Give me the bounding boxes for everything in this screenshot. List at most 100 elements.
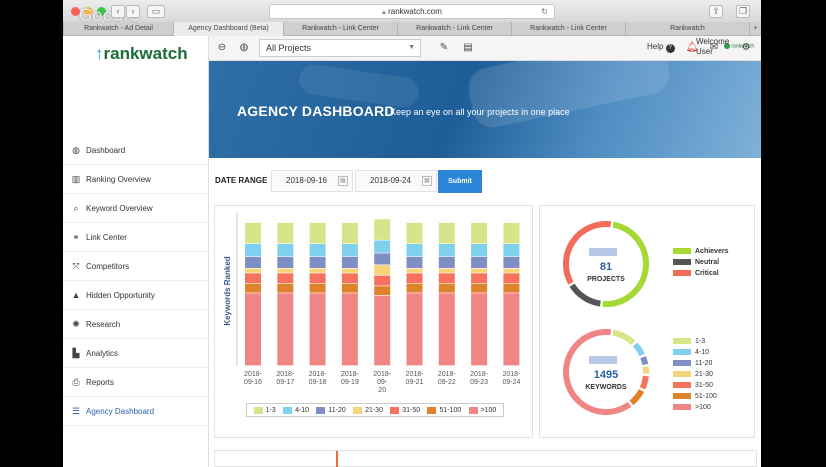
- bar-segment-51100[interactable]: [471, 283, 488, 293]
- bar-segment-2130[interactable]: [374, 265, 391, 276]
- bar-segment-3150[interactable]: [503, 273, 520, 284]
- bar-segment-100[interactable]: [245, 293, 261, 366]
- bar-segment-2130[interactable]: [406, 268, 423, 273]
- gear-icon[interactable]: ⚙: [739, 41, 753, 55]
- legend-item[interactable]: 1-3: [253, 406, 276, 414]
- bar-segment-100[interactable]: [309, 293, 326, 366]
- bar-segment-1120[interactable]: [277, 256, 294, 269]
- globe-icon[interactable]: ◍: [237, 41, 251, 55]
- bar-segment-2130[interactable]: [503, 268, 520, 273]
- bar-segment-1120[interactable]: [406, 256, 423, 269]
- back-button[interactable]: ‹: [111, 5, 125, 18]
- new-tab-button[interactable]: +: [749, 22, 761, 36]
- bar-segment-100[interactable]: [503, 293, 520, 366]
- edit-icon[interactable]: ✎: [437, 41, 451, 55]
- bar-segment-13[interactable]: [309, 222, 326, 244]
- bar-segment-410[interactable]: [406, 243, 423, 257]
- sidebar-item-hidden-opportunity[interactable]: ▲ Hidden Opportunity: [63, 281, 209, 310]
- tab-item[interactable]: Rankwatch: [625, 22, 749, 36]
- legend-item[interactable]: 31-50: [390, 406, 420, 414]
- legend-item[interactable]: 31-50: [673, 380, 717, 390]
- sidebar-item-reports[interactable]: ⎙ Reports: [63, 368, 209, 397]
- bar-segment-1120[interactable]: [374, 253, 391, 265]
- bar-segment-2130[interactable]: [471, 268, 488, 273]
- bar-segment-410[interactable]: [245, 243, 261, 257]
- calendar-icon[interactable]: ▦: [338, 176, 348, 186]
- bar-segment-1120[interactable]: [341, 256, 358, 269]
- bar-segment-410[interactable]: [503, 243, 520, 257]
- bar-segment-51100[interactable]: [245, 283, 261, 293]
- tab-item-active[interactable]: Agency Dashboard (Beta): [173, 22, 283, 36]
- forward-button[interactable]: ›: [126, 5, 140, 18]
- tab-item[interactable]: Rankwatch - Link Center: [283, 22, 397, 36]
- date-from-input[interactable]: 2018-09-16 ▦: [271, 170, 353, 192]
- bar-segment-3150[interactable]: [374, 275, 391, 286]
- bar-segment-2130[interactable]: [309, 268, 326, 273]
- legend-item[interactable]: 4-10: [283, 406, 309, 414]
- sidebar-item-research[interactable]: ✺ Research: [63, 310, 209, 339]
- bar-segment-51100[interactable]: [406, 283, 423, 293]
- tabs-overview-icon[interactable]: ❐: [736, 5, 750, 18]
- project-select[interactable]: All Projects ▼: [259, 39, 421, 57]
- bar-segment-3150[interactable]: [309, 273, 326, 284]
- donut-segment-3150[interactable]: [639, 375, 649, 390]
- welcome-user-link[interactable]: Welcome User: [696, 37, 729, 57]
- submit-button[interactable]: Submit: [438, 170, 482, 193]
- bar-segment-1120[interactable]: [503, 256, 520, 269]
- sidebar-item-competitors[interactable]: ⤧ Competitors: [63, 252, 209, 281]
- bar-segment-51100[interactable]: [374, 286, 391, 295]
- bar-segment-3150[interactable]: [245, 273, 261, 284]
- bar-segment-3150[interactable]: [471, 273, 488, 284]
- bar-segment-410[interactable]: [374, 240, 391, 253]
- share-icon[interactable]: ⇪: [709, 5, 723, 18]
- bar-segment-3150[interactable]: [341, 273, 358, 284]
- bar-segment-1120[interactable]: [309, 256, 326, 269]
- bar-segment-2130[interactable]: [245, 268, 261, 273]
- bar-segment-100[interactable]: [406, 293, 423, 366]
- tab-item[interactable]: Rankwatch - Link Center: [397, 22, 511, 36]
- bar-segment-51100[interactable]: [503, 283, 520, 293]
- bar-segment-1120[interactable]: [245, 256, 261, 269]
- bar-segment-3150[interactable]: [277, 273, 294, 284]
- donut-segment-Neutral[interactable]: [569, 283, 601, 307]
- legend-item[interactable]: 51-100: [427, 406, 461, 414]
- legend-item[interactable]: Achievers: [673, 246, 728, 256]
- legend-item[interactable]: Neutral: [673, 257, 728, 267]
- donut-segment-13[interactable]: [612, 329, 636, 346]
- rankwatch-logo[interactable]: ↑rankwatch: [95, 44, 188, 64]
- sidebar-item-keyword-overview[interactable]: ⌕ Keyword Overview: [63, 194, 209, 223]
- bar-segment-410[interactable]: [471, 243, 488, 257]
- bar-segment-51100[interactable]: [309, 283, 326, 293]
- bar-segment-13[interactable]: [341, 222, 358, 244]
- legend-item[interactable]: >100: [468, 406, 496, 414]
- back-circle-icon[interactable]: ⊖: [215, 41, 229, 55]
- bar-segment-3150[interactable]: [438, 273, 455, 284]
- bar-segment-51100[interactable]: [277, 283, 294, 293]
- donut-segment-1120[interactable]: [640, 355, 649, 366]
- bar-segment-13[interactable]: [503, 222, 520, 244]
- bar-segment-2130[interactable]: [341, 268, 358, 273]
- bar-segment-1120[interactable]: [471, 256, 488, 269]
- bar-segment-410[interactable]: [277, 243, 294, 257]
- bar-segment-100[interactable]: [374, 295, 391, 366]
- bar-segment-51100[interactable]: [438, 283, 455, 293]
- bar-segment-13[interactable]: [406, 222, 423, 244]
- legend-item[interactable]: 4-10: [673, 347, 717, 357]
- bar-segment-100[interactable]: [277, 293, 294, 366]
- bar-segment-100[interactable]: [471, 293, 488, 366]
- bar-segment-13[interactable]: [471, 222, 488, 244]
- tab-item[interactable]: Rankwatch - Ad Detail: [63, 22, 173, 36]
- help-link[interactable]: Help ?: [647, 42, 675, 53]
- bar-segment-13[interactable]: [438, 222, 455, 244]
- sidebar-toggle-icon[interactable]: ▭: [147, 5, 165, 18]
- bar-segment-13[interactable]: [245, 222, 261, 244]
- bar-segment-410[interactable]: [341, 243, 358, 257]
- bar-segment-3150[interactable]: [406, 273, 423, 284]
- legend-item[interactable]: >100: [673, 402, 717, 412]
- date-to-input[interactable]: 2018-09-24 ▦: [355, 170, 437, 192]
- legend-item[interactable]: Critical: [673, 268, 728, 278]
- legend-item[interactable]: 21-30: [673, 369, 717, 379]
- bar-segment-1120[interactable]: [438, 256, 455, 269]
- bar-segment-100[interactable]: [341, 293, 358, 366]
- bar-segment-410[interactable]: [438, 243, 455, 257]
